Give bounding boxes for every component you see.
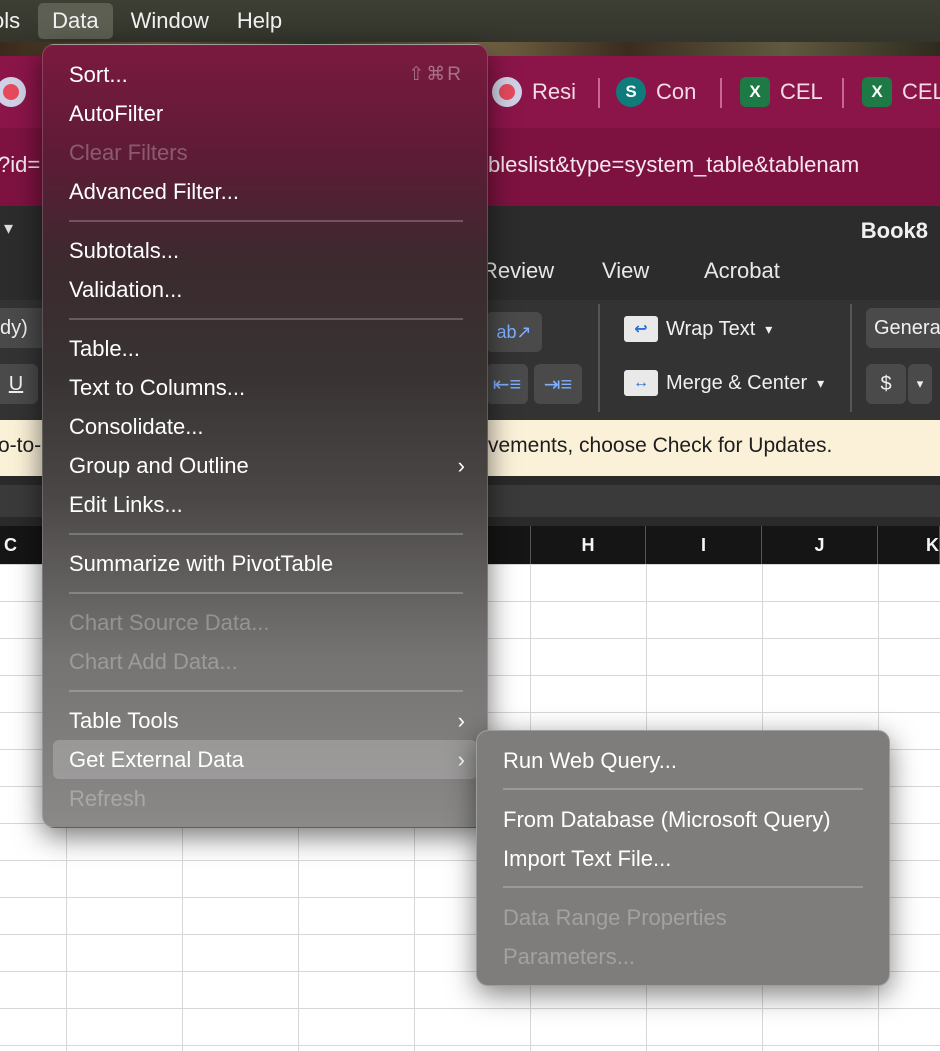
tab-separator <box>720 78 722 108</box>
menu-bar: ols Data Window Help <box>0 0 940 42</box>
ribbon-separator <box>850 304 852 412</box>
currency-icon: $ <box>880 372 892 395</box>
orientation-button[interactable]: ab↗ <box>486 312 542 352</box>
merge-center-icon: ↔ <box>624 370 658 396</box>
number-format-value: Genera <box>874 316 940 339</box>
menu-item-text-to-columns[interactable]: Text to Columns... <box>53 368 477 407</box>
url-text: ?id= <box>0 152 41 177</box>
menu-item-sort[interactable]: Sort... ⇧⌘R <box>53 55 477 94</box>
menu-item-group-and-outline[interactable]: Group and Outline › <box>53 446 477 485</box>
column-header-h[interactable]: H <box>530 526 646 564</box>
decrease-indent-button[interactable]: ⇤≡ <box>486 364 528 404</box>
chevron-down-icon: ▾ <box>916 376 924 391</box>
browser-tab[interactable] <box>0 74 36 110</box>
url-text: bleslist&type=system_table&tablenam <box>488 152 860 177</box>
font-name-select[interactable]: dy) <box>0 308 48 348</box>
tab-separator <box>598 78 600 108</box>
menu-item-validation[interactable]: Validation... <box>53 270 477 309</box>
wrap-text-icon: ↩ <box>624 316 658 342</box>
app-icon <box>0 77 26 107</box>
shortcut-label: ⇧⌘R <box>408 64 463 85</box>
excel-icon: X <box>740 77 770 107</box>
menu-bar-tools[interactable]: ols <box>0 0 34 42</box>
menu-bar-help[interactable]: Help <box>223 0 296 42</box>
menu-item-data-range-properties: Data Range Properties <box>503 905 727 930</box>
merge-center-label: Merge & Center <box>666 371 808 394</box>
chevron-down-icon: ▾ <box>817 374 825 391</box>
wrap-text-label: Wrap Text <box>666 317 756 340</box>
tab-separator <box>842 78 844 108</box>
browser-tab-label: Con <box>656 79 697 104</box>
get-external-data-submenu: Run Web Query... From Database (Microsof… <box>476 730 890 986</box>
browser-tab-label: CEL <box>902 79 940 104</box>
menu-item-advanced-filter[interactable]: Advanced Filter... <box>53 172 477 211</box>
chevron-right-icon: › <box>457 708 465 733</box>
menu-bar-data[interactable]: Data <box>38 3 113 39</box>
menu-item-consolidate[interactable]: Consolidate... <box>53 407 477 446</box>
column-header-j[interactable]: J <box>762 526 878 564</box>
tab-acrobat[interactable]: Acrobat <box>704 258 780 284</box>
menu-item-chart-source-data: Chart Source Data... <box>69 610 270 635</box>
menu-item-edit-links[interactable]: Edit Links... <box>53 485 477 524</box>
menu-item-import-text-file[interactable]: Import Text File... <box>487 839 879 878</box>
excel-icon: X <box>862 77 892 107</box>
chevron-down-icon: ▾ <box>765 320 773 337</box>
merge-center-button[interactable]: ↔ Merge & Center ▾ <box>624 370 824 396</box>
notice-text: o-to- <box>0 434 42 457</box>
menu-item-clear-filters: Clear Filters <box>69 140 188 165</box>
menu-item-summarize-pivottable[interactable]: Summarize with PivotTable <box>53 544 477 583</box>
workbook-title: Book8 <box>860 218 928 243</box>
menu-separator <box>69 592 463 594</box>
menu-separator <box>69 690 463 692</box>
menu-item-chart-add-data: Chart Add Data... <box>69 649 238 674</box>
browser-tab[interactable]: X CEL <box>862 74 940 110</box>
browser-tab[interactable]: Resi <box>492 74 576 110</box>
chevron-right-icon: › <box>457 747 465 772</box>
column-header-i[interactable]: I <box>646 526 762 564</box>
font-name-value: dy) <box>0 316 28 339</box>
number-format-select[interactable]: Genera <box>866 308 940 348</box>
decrease-indent-icon: ⇤≡ <box>492 373 522 396</box>
underline-label: U <box>8 372 24 395</box>
menu-item-subtotals[interactable]: Subtotals... <box>53 231 477 270</box>
increase-indent-icon: ⇥≡ <box>543 373 573 396</box>
ribbon-separator <box>598 304 600 412</box>
menu-item-run-web-query[interactable]: Run Web Query... <box>487 741 879 780</box>
menu-separator <box>69 220 463 222</box>
browser-tab-label: CEL <box>780 79 823 104</box>
menu-item-refresh: Refresh <box>69 786 147 811</box>
menu-separator <box>503 788 863 790</box>
chevron-right-icon: › <box>457 453 465 478</box>
browser-tab[interactable]: X CEL <box>740 74 823 110</box>
browser-tab[interactable]: S Con <box>616 74 696 110</box>
text-orientation-icon: ab↗ <box>496 321 532 342</box>
menu-separator <box>69 533 463 535</box>
chevron-down-icon[interactable]: ▾ <box>4 218 13 239</box>
menu-bar-window[interactable]: Window <box>117 0 223 42</box>
menu-item-table[interactable]: Table... <box>53 329 477 368</box>
tab-view[interactable]: View <box>602 258 649 284</box>
currency-dropdown[interactable]: ▾ <box>908 364 932 404</box>
menu-item-table-tools[interactable]: Table Tools › <box>53 701 477 740</box>
menu-item-autofilter[interactable]: AutoFilter <box>53 94 477 133</box>
currency-button[interactable]: $ <box>866 364 906 404</box>
menu-separator <box>503 886 863 888</box>
app-icon <box>492 77 522 107</box>
increase-indent-button[interactable]: ⇥≡ <box>534 364 582 404</box>
sharepoint-icon: S <box>616 77 646 107</box>
menu-item-get-external-data[interactable]: Get External Data › <box>53 740 477 779</box>
menu-item-from-database[interactable]: From Database (Microsoft Query) <box>487 800 879 839</box>
tab-review[interactable]: Review <box>482 258 554 284</box>
data-menu: Sort... ⇧⌘R AutoFilter Clear Filters Adv… <box>42 44 488 828</box>
wrap-text-button[interactable]: ↩ Wrap Text ▾ <box>624 316 772 342</box>
menu-separator <box>69 318 463 320</box>
underline-button[interactable]: U <box>0 364 38 404</box>
notice-text[interactable]: vements, choose Check for Updates. <box>488 434 832 458</box>
browser-tab-label: Resi <box>532 79 577 104</box>
column-header-k[interactable]: K <box>878 526 940 564</box>
menu-item-parameters: Parameters... <box>503 944 636 969</box>
